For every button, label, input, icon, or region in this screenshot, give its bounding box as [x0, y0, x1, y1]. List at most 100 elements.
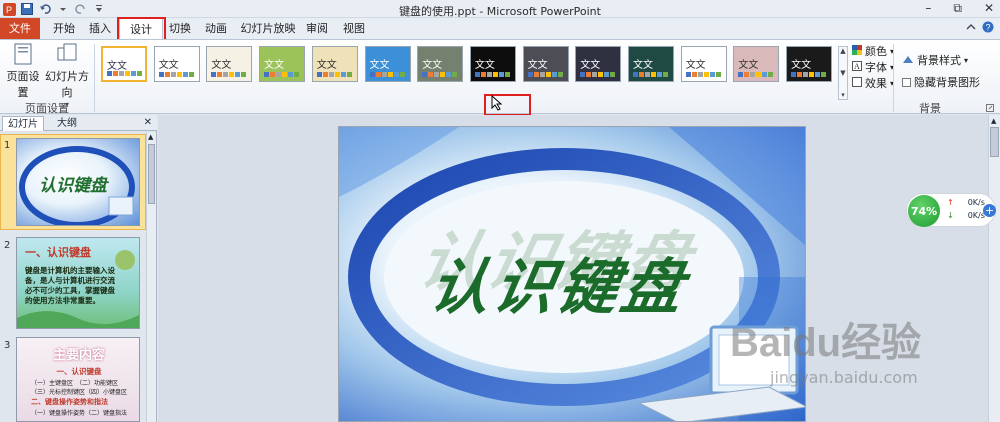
download-arrow-icon: ↓ — [947, 211, 954, 220]
slide-1-thumb-title: 认识键盘 — [39, 176, 107, 196]
upload-arrow-icon: ↑ — [947, 198, 954, 207]
tab-slideshow[interactable]: 幻灯片放映 — [238, 18, 298, 39]
background-group-label: 背景 — [919, 102, 941, 115]
slide-number: 3 — [4, 340, 11, 351]
theme-color-swatches — [107, 71, 142, 76]
effects-label: 效果 — [865, 77, 887, 90]
theme-thumbnail[interactable]: 文文 — [153, 46, 200, 82]
slide-3-thumb-line: 一、认识键盘 — [56, 367, 102, 376]
gallery-more-icon[interactable]: ▾ — [841, 91, 845, 99]
thumbnails-scrollbar[interactable]: ▲ — [146, 132, 156, 422]
tab-insert[interactable]: 插入 — [83, 18, 117, 39]
theme-color-swatches — [738, 72, 774, 77]
scroll-down-icon[interactable]: ▼ — [840, 69, 845, 77]
theme-sample-text: 文文 — [685, 60, 706, 71]
theme-thumbnail[interactable]: 文文 — [206, 46, 253, 82]
theme-sample-text: 文文 — [633, 60, 653, 71]
theme-color-swatches — [264, 72, 300, 77]
slide-3-thumb-title: 主要内容 — [52, 348, 105, 363]
tab-review[interactable]: 审阅 — [302, 18, 332, 39]
effects-icon — [852, 76, 862, 90]
theme-thumbnail[interactable]: 文文 — [628, 46, 674, 82]
background-styles-label: 背景样式 — [917, 54, 961, 67]
slide-3-thumb-line: （一）主键盘区 （二）功能键区 — [31, 380, 119, 387]
tab-slides[interactable]: 幻灯片 — [2, 116, 44, 131]
scroll-up-icon[interactable]: ▲ — [991, 117, 996, 125]
theme-thumbnail[interactable]: 文文 — [311, 46, 358, 82]
slide-orientation-icon — [57, 43, 77, 61]
download-speed: ↓ 0K/s — [947, 211, 985, 220]
slide-3-thumb-line: （三）光标控制键区（四）小键盘区 — [31, 389, 128, 396]
scroll-up-icon[interactable]: ▲ — [840, 47, 845, 55]
theme-fonts-button[interactable]: A 字体 ▾ — [852, 59, 894, 75]
theme-color-swatches — [474, 72, 510, 77]
baidu-watermark: Baidu经验 jingyan.baidu.com — [730, 310, 921, 387]
theme-effects-button[interactable]: 效果 ▾ — [852, 75, 894, 91]
add-icon[interactable]: + — [983, 204, 996, 217]
theme-sample-text: 文文 — [369, 60, 390, 71]
tab-animations[interactable]: 动画 — [199, 18, 233, 39]
tab-outline[interactable]: 大纲 — [52, 116, 82, 131]
slide-3-thumb-line: （一）键盘操作姿势（二）键盘指法 — [31, 410, 128, 417]
slide-thumbnail-1[interactable]: 认识键盘 — [16, 138, 140, 226]
theme-thumbnail[interactable]: 文文 — [364, 46, 411, 82]
slide-thumbnail-3[interactable]: 主要内容 一、认识键盘 （一）主键盘区 （二）功能键区 （三）光标控制键区（四）… — [16, 337, 140, 422]
editor-scrollbar[interactable]: ▲ — [988, 115, 1000, 422]
theme-sample-text: 文文 — [527, 60, 548, 71]
tab-home[interactable]: 开始 — [46, 18, 82, 39]
theme-thumbnail[interactable]: 文文 — [101, 46, 147, 82]
checkbox-icon — [902, 77, 911, 87]
svg-text:A: A — [854, 62, 860, 71]
tab-file[interactable]: 文件 — [0, 18, 40, 39]
theme-thumbnail[interactable]: 文文 — [259, 46, 306, 82]
scrollbar-thumb[interactable] — [148, 144, 155, 204]
theme-color-swatches — [527, 72, 563, 77]
ribbon-minimize-icon[interactable] — [966, 22, 976, 35]
theme-color-swatches — [158, 72, 194, 77]
theme-colors-button[interactable]: 颜色 ▾ — [852, 43, 894, 59]
page-setup-icon — [14, 43, 32, 65]
slide-title[interactable]: 认识键盘 — [423, 239, 694, 326]
themes-gallery-scroller[interactable]: ▲ ▼ ▾ — [838, 46, 848, 100]
svg-text:?: ? — [986, 23, 991, 33]
close-pane-icon[interactable]: ✕ — [144, 117, 152, 128]
close-button[interactable]: ✕ — [984, 1, 994, 16]
colors-label: 颜色 — [865, 45, 887, 58]
slides-pane: 幻灯片 大纲 ✕ 1 认识键盘 2 一、认识键盘 键盘是计算机的主要输入设备，是… — [0, 115, 157, 422]
theme-thumbnail[interactable]: 文文 — [786, 46, 833, 82]
theme-thumbnail[interactable]: 文文 — [733, 46, 780, 82]
theme-thumbnail[interactable]: 文文 — [680, 46, 727, 82]
group-separator — [94, 44, 95, 112]
background-styles-button[interactable]: 背景样式 ▾ — [902, 52, 968, 68]
page-setup-button[interactable]: 页面设置 — [2, 43, 44, 100]
theme-color-swatches — [422, 72, 458, 77]
theme-thumbnail[interactable]: 文文 — [417, 46, 464, 82]
memory-usage-badge: 74% — [908, 195, 940, 227]
restore-button[interactable]: ⧉ — [953, 1, 962, 16]
page-setup-label: 页面设置 — [6, 70, 40, 99]
theme-thumbnail[interactable]: 文文 — [469, 46, 516, 82]
minimize-button[interactable]: – — [925, 1, 931, 16]
hide-background-graphics-checkbox[interactable]: 隐藏背景图形 — [902, 74, 980, 90]
theme-sample-text: 文文 — [158, 60, 179, 71]
tab-transitions[interactable]: 切换 — [164, 18, 196, 39]
theme-sample-text: 文文 — [738, 60, 759, 71]
theme-sample-text: 文文 — [422, 60, 443, 71]
theme-thumbnail[interactable]: 文文 — [575, 46, 622, 82]
watermark-brand: Baidu经验 — [730, 321, 922, 365]
network-monitor-widget[interactable]: 74% ↑ 0K/s ↓ 0K/s + — [906, 193, 996, 227]
theme-thumbnail[interactable]: 文文 — [522, 46, 569, 82]
theme-color-swatches — [633, 72, 668, 77]
pane-tabs: 幻灯片 大纲 ✕ — [0, 115, 157, 131]
help-icon[interactable]: ? — [982, 21, 994, 36]
scroll-up-icon[interactable]: ▲ — [148, 133, 153, 141]
theme-sample-text: 文文 — [107, 61, 127, 72]
scrollbar-thumb[interactable] — [990, 127, 999, 157]
group-separator — [893, 44, 894, 112]
slide-thumbnail-2[interactable]: 一、认识键盘 键盘是计算机的主要输入设备，是人与计算机进行交流必不可少的工具，掌… — [16, 237, 140, 329]
fonts-label: 字体 — [865, 61, 887, 74]
dialog-launcher-icon[interactable] — [986, 102, 994, 115]
tab-view[interactable]: 视图 — [338, 18, 370, 39]
page-setup-group-label: 页面设置 — [25, 102, 69, 115]
theme-color-swatches — [316, 72, 352, 77]
